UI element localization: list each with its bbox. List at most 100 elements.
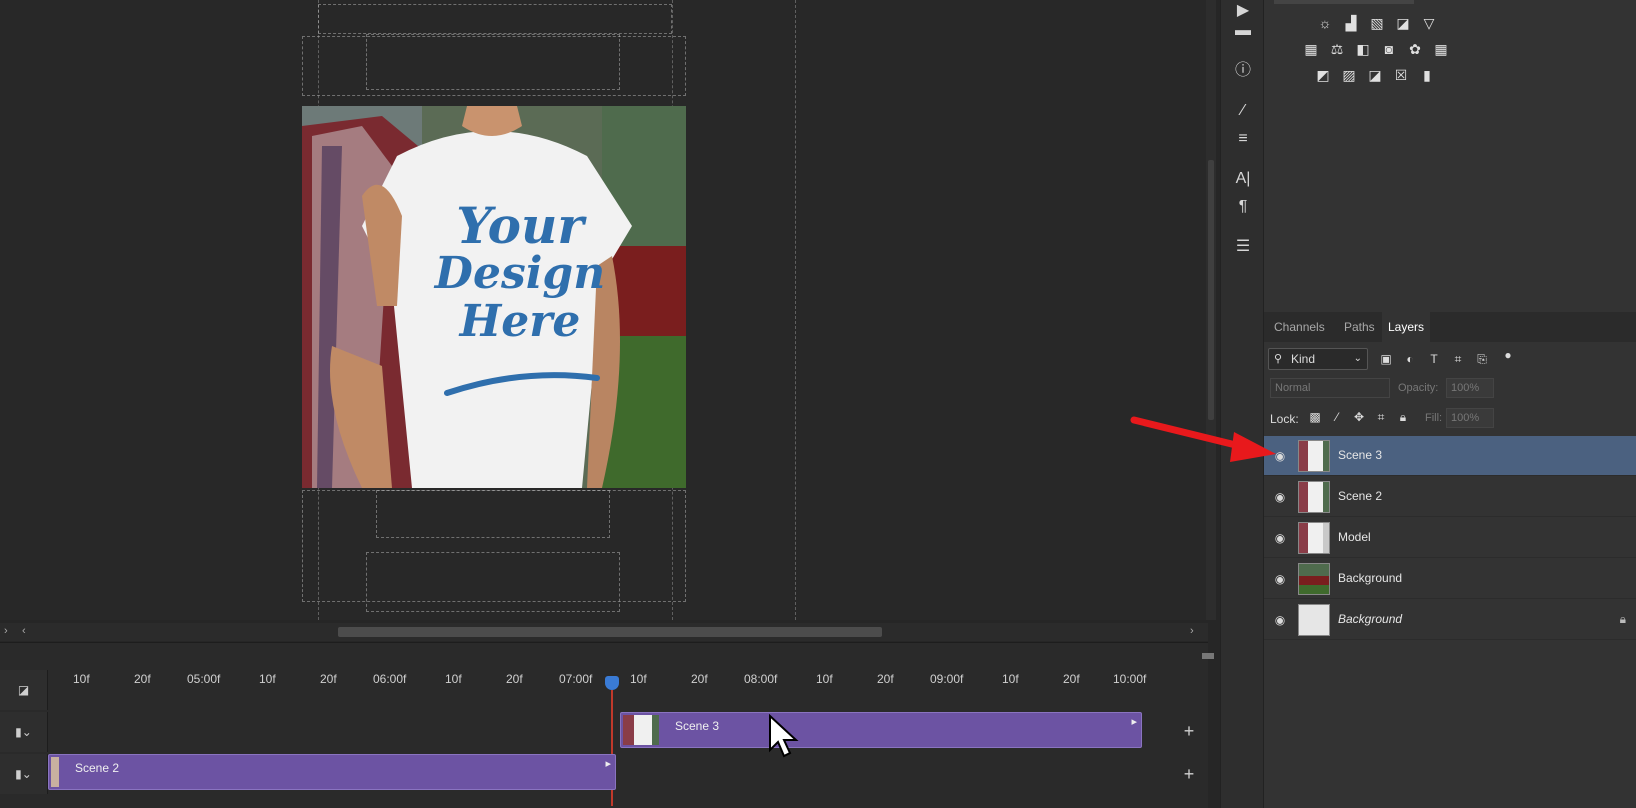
info-icon[interactable]: ⓘ xyxy=(1231,60,1255,82)
eye-icon[interactable]: ◉ xyxy=(1272,530,1288,546)
adjustment-filter-icon[interactable]: ◐ xyxy=(1403,352,1417,366)
opacity-label: Opacity: xyxy=(1398,382,1439,394)
playhead-handle[interactable] xyxy=(605,676,619,690)
design-line-2: Design xyxy=(434,248,606,299)
black-white-icon[interactable]: ◧ xyxy=(1354,40,1372,58)
character-icon[interactable]: A| xyxy=(1231,168,1255,190)
pixel-filter-icon[interactable]: ▣ xyxy=(1379,352,1393,366)
layer-row-background[interactable]: ◉ Background xyxy=(1264,559,1636,599)
lock-position-icon[interactable]: ✥ xyxy=(1352,410,1366,426)
comment-icon[interactable]: ▬ xyxy=(1231,20,1255,42)
layer-row-model[interactable]: ◉ Model xyxy=(1264,518,1636,558)
selective-color-icon[interactable]: ☒ xyxy=(1392,66,1410,84)
filter-toggle-icon[interactable]: ● xyxy=(1501,348,1515,362)
brush-icon[interactable]: ⁄ xyxy=(1231,100,1255,122)
guide-rect xyxy=(376,490,610,538)
add-media-button[interactable]: + xyxy=(1179,721,1199,741)
eye-icon[interactable]: ◉ xyxy=(1272,571,1288,587)
sliders-icon[interactable]: ≡ xyxy=(1231,128,1255,150)
layer-thumbnail xyxy=(1298,481,1330,513)
clip-thumbnail xyxy=(623,715,659,745)
levels-icon[interactable]: ▟ xyxy=(1342,14,1360,32)
chevron-right-icon[interactable]: › xyxy=(1190,625,1194,637)
properties-icon[interactable]: ☰ xyxy=(1231,236,1255,258)
guide-line xyxy=(795,0,796,620)
canvas-vertical-scrollbar[interactable] xyxy=(1206,0,1216,620)
layer-thumbnail xyxy=(1298,604,1330,636)
clip-scene-3[interactable]: Scene 3 ▸ xyxy=(620,712,1142,748)
timeline-settings-icon[interactable]: ◪ xyxy=(0,670,48,710)
layer-row-scene-2[interactable]: ◉ Scene 2 xyxy=(1264,477,1636,517)
layer-name: Scene 3 xyxy=(1338,448,1383,462)
curves-icon[interactable]: ▧ xyxy=(1368,14,1386,32)
photo-filter-icon[interactable]: ◙ xyxy=(1380,40,1398,58)
eye-icon[interactable]: ◉ xyxy=(1272,612,1288,628)
shape-filter-icon[interactable]: ⌗ xyxy=(1451,352,1465,366)
posterize-icon[interactable]: ▨ xyxy=(1340,66,1358,84)
tab-channels[interactable]: Channels xyxy=(1268,312,1331,342)
canvas-horizontal-scrollbar[interactable]: › ‹ › xyxy=(0,623,1208,641)
opacity-field[interactable]: 100% xyxy=(1446,378,1494,398)
track-film-icon[interactable]: ▮⌄ xyxy=(0,754,48,794)
brightness-icon[interactable]: ☼ xyxy=(1316,14,1334,32)
ruler-tick: 10f xyxy=(73,672,90,686)
tshirt-photo: Your Design Here xyxy=(302,106,686,488)
invert-icon[interactable]: ◩ xyxy=(1314,66,1332,84)
lock-transparent-icon[interactable]: ▩ xyxy=(1308,410,1322,426)
ruler-tick: 07:00f xyxy=(559,672,593,686)
track-film-icon[interactable]: ▮⌄ xyxy=(0,712,48,752)
design-line-3: Here xyxy=(459,296,581,347)
channel-mixer-icon[interactable]: ✿ xyxy=(1406,40,1424,58)
play-icon[interactable]: ▶ xyxy=(1231,0,1255,22)
ruler-tick: 09:00f xyxy=(930,672,964,686)
swoosh-shape xyxy=(444,372,600,396)
guide-rect xyxy=(318,4,672,34)
layer-name: Model xyxy=(1338,530,1371,544)
ruler-tick: 05:00f xyxy=(187,672,221,686)
color-balance-icon[interactable]: ⚖ xyxy=(1328,40,1346,58)
clip-scene-2[interactable]: Scene 2 ▸ xyxy=(48,754,616,790)
ruler-tick: 20f xyxy=(320,672,337,686)
tab-layers[interactable]: Layers xyxy=(1382,312,1431,342)
layer-filter-dropdown[interactable]: ⚲ Kind ⌄ xyxy=(1268,348,1368,370)
ruler-tick: 10f xyxy=(1002,672,1019,686)
smart-object-filter-icon[interactable]: ⎘ xyxy=(1475,352,1489,366)
exposure-icon[interactable]: ◪ xyxy=(1394,14,1412,32)
search-icon: ⚲ xyxy=(1274,353,1283,365)
chevron-left-icon[interactable]: ‹ xyxy=(22,625,26,637)
panel-icon-strip: ▶ ▬ ⓘ ⁄ ≡ A| ¶ ☰ xyxy=(1220,0,1264,808)
annotation-arrow xyxy=(1130,416,1276,462)
gradient-triangle-icon[interactable]: ▽ xyxy=(1420,14,1438,32)
ruler-tick: 06:00f xyxy=(373,672,407,686)
design-placeholder-text: Your Design Here xyxy=(430,201,610,347)
chevron-right-icon[interactable]: › xyxy=(4,625,8,637)
clip-end-handle-icon[interactable]: ▸ xyxy=(605,757,611,770)
add-media-button[interactable]: + xyxy=(1179,764,1199,784)
lock-all-icon[interactable]: 🔒︎ xyxy=(1396,410,1410,426)
tab-paths[interactable]: Paths xyxy=(1338,312,1381,342)
lock-image-icon[interactable]: ⁄ xyxy=(1330,410,1344,426)
layer-row-background-locked[interactable]: ◉ Background 🔒︎ xyxy=(1264,600,1636,640)
ruler-tick: 20f xyxy=(691,672,708,686)
layer-thumbnail xyxy=(1298,440,1330,472)
lock-artboard-icon[interactable]: ⌗ xyxy=(1374,410,1388,426)
scroll-thumb[interactable] xyxy=(1208,160,1214,420)
paragraph-icon[interactable]: ¶ xyxy=(1231,196,1255,218)
layer-thumbnail xyxy=(1298,563,1330,595)
ruler-tick: 20f xyxy=(877,672,894,686)
layer-thumbnail xyxy=(1298,522,1330,554)
ruler-tick: 10:00f xyxy=(1113,672,1147,686)
threshold-icon[interactable]: ◪ xyxy=(1366,66,1384,84)
blend-mode-dropdown[interactable]: Normal xyxy=(1270,378,1390,398)
layer-row-scene-3[interactable]: ◉ Scene 3 xyxy=(1264,436,1636,476)
vibrance-icon[interactable]: ▦ xyxy=(1302,40,1320,58)
gradient-map-icon[interactable]: ▮ xyxy=(1418,66,1436,84)
clip-end-handle-icon[interactable]: ▸ xyxy=(1131,715,1137,728)
scroll-thumb[interactable] xyxy=(338,627,882,637)
type-filter-icon[interactable]: T xyxy=(1427,352,1441,366)
color-lookup-icon[interactable]: ▦ xyxy=(1432,40,1450,58)
document-canvas[interactable]: Your Design Here xyxy=(0,0,1208,620)
eye-icon[interactable]: ◉ xyxy=(1272,489,1288,505)
timeline-menu-icon[interactable] xyxy=(1202,653,1214,659)
fill-field[interactable]: 100% xyxy=(1446,408,1494,428)
